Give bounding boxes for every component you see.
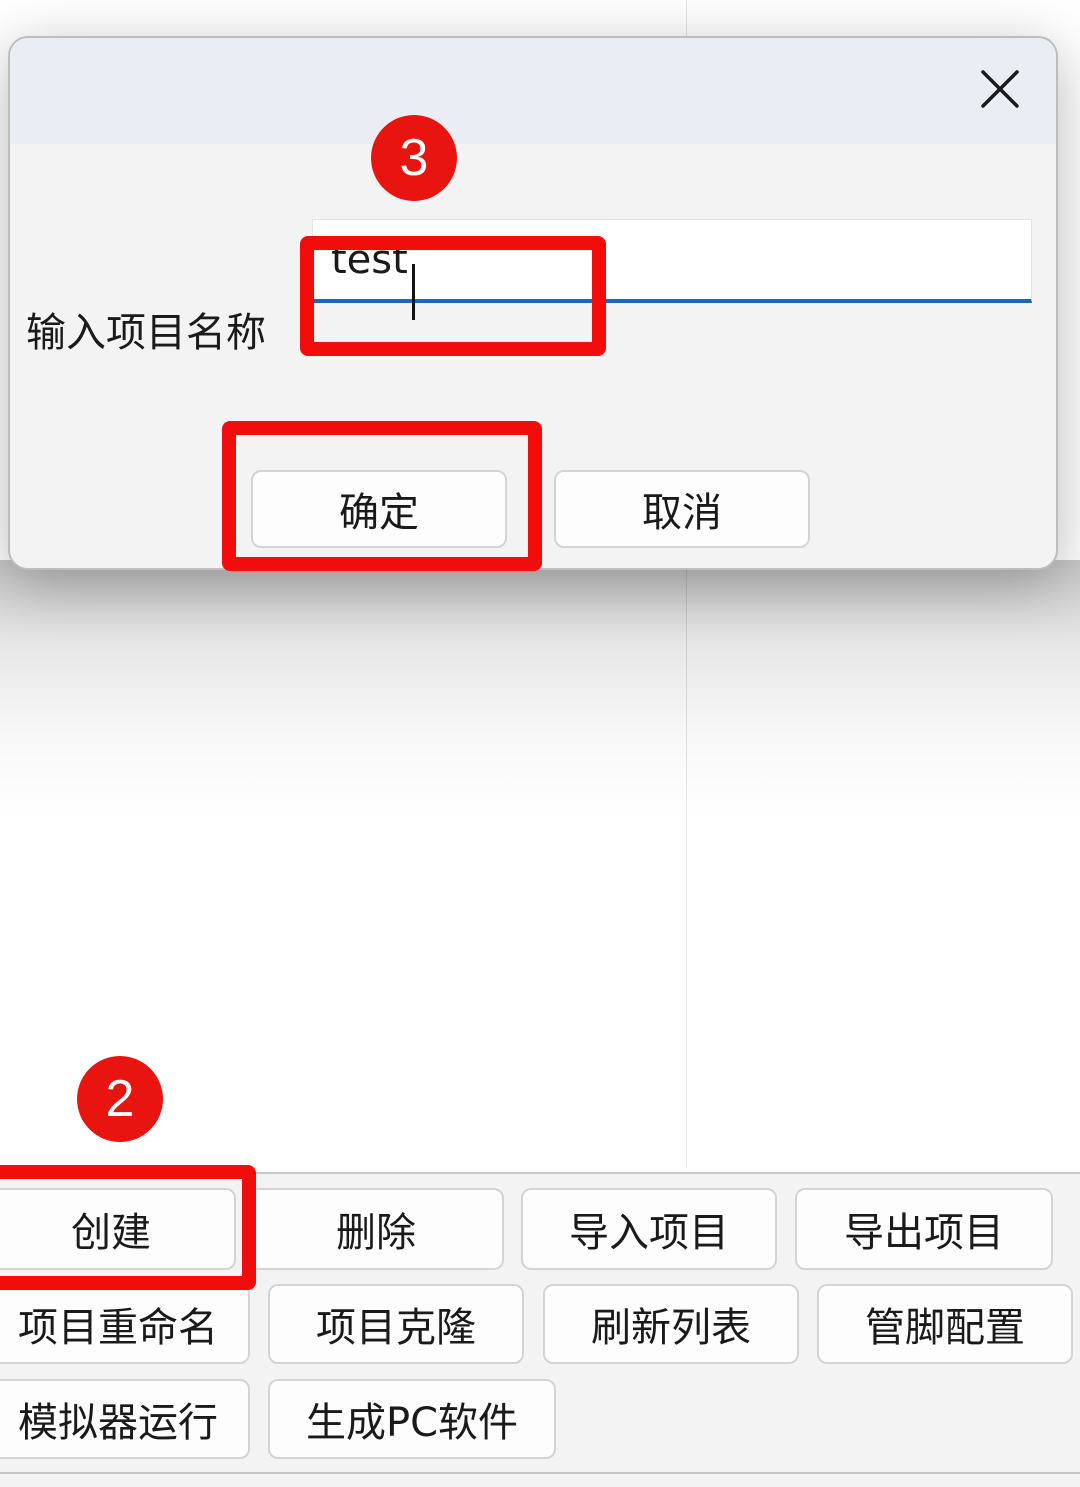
dialog-close-button[interactable]: [964, 56, 1036, 122]
rename-project-button[interactable]: 项目重命名: [0, 1284, 250, 1364]
clone-project-button[interactable]: 项目克隆: [268, 1284, 524, 1364]
close-icon: [981, 70, 1019, 108]
delete-button[interactable]: 删除: [248, 1188, 504, 1270]
export-project-button[interactable]: 导出项目: [795, 1188, 1053, 1270]
refresh-list-button-label: 刷新列表: [591, 1305, 751, 1351]
step-marker-2-label: 2: [105, 1070, 135, 1128]
app-window: 创建 删除 导入项目 导出项目 项目重命名 项目克隆 刷新列表 管脚配置 模拟器…: [0, 0, 1080, 1487]
step-marker-2: 2: [77, 1056, 163, 1142]
generate-pc-software-button-label: 生成PC软件: [305, 1400, 519, 1446]
highlight-confirm-box: [222, 421, 542, 571]
simulator-run-button-label: 模拟器运行: [18, 1400, 218, 1446]
import-project-button[interactable]: 导入项目: [521, 1188, 777, 1270]
panel-bottom-border: [0, 1472, 1080, 1487]
generate-pc-software-button[interactable]: 生成PC软件: [268, 1379, 556, 1459]
export-project-button-label: 导出项目: [844, 1210, 1004, 1256]
pin-config-button-label: 管脚配置: [865, 1305, 1025, 1351]
highlight-create-box: [0, 1165, 256, 1290]
cancel-button-label: 取消: [642, 490, 722, 536]
highlight-input-box: [300, 236, 606, 356]
step-marker-3: 3: [371, 115, 457, 201]
dialog-titlebar: [10, 38, 1056, 144]
project-name-label: 输入项目名称: [26, 310, 266, 356]
refresh-list-button[interactable]: 刷新列表: [543, 1284, 799, 1364]
clone-project-button-label: 项目克隆: [316, 1305, 476, 1351]
cancel-button[interactable]: 取消: [554, 470, 810, 548]
rename-project-button-label: 项目重命名: [18, 1305, 218, 1351]
delete-button-label: 删除: [336, 1210, 416, 1256]
simulator-run-button[interactable]: 模拟器运行: [0, 1379, 250, 1459]
pin-config-button[interactable]: 管脚配置: [817, 1284, 1073, 1364]
import-project-button-label: 导入项目: [569, 1210, 729, 1256]
step-marker-3-label: 3: [399, 129, 429, 187]
dialog-shadow: [0, 560, 1080, 820]
